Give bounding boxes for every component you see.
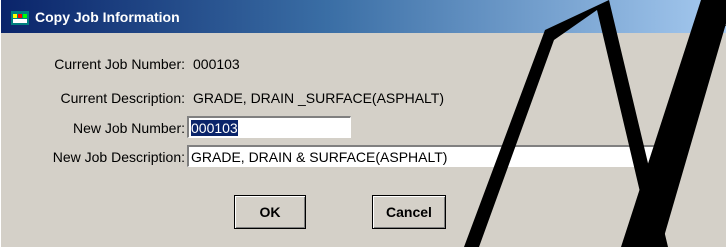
new-job-description-row: New Job Description: GRADE, DRAIN & SURF… [1,145,721,169]
new-job-number-input[interactable]: 000103 [187,116,351,138]
title-bar[interactable]: Copy Job Information × [1,0,726,33]
cancel-button-label: Cancel [386,204,432,220]
cancel-button[interactable]: Cancel [372,195,446,229]
new-job-number-selected-text: 000103 [191,120,238,136]
current-description-label: Current Description: [60,90,186,106]
new-job-description-input[interactable]: GRADE, DRAIN & SURFACE(ASPHALT) [187,145,677,167]
current-description-value: GRADE, DRAIN _SURFACE(ASPHALT) [193,90,445,106]
new-job-description-label: New Job Description: [52,149,185,165]
ok-button-label: OK [259,204,281,220]
window-title: Copy Job Information [35,8,180,25]
close-button[interactable]: × [711,6,726,26]
current-job-number-value: 000103 [193,56,240,72]
app-window-icon [9,6,31,28]
current-job-number-label: Current Job Number: [54,56,185,72]
ok-button[interactable]: OK [234,195,306,229]
current-job-number-row: Current Job Number: 000103 [1,56,701,76]
close-icon: × [716,7,726,23]
new-job-number-row: New Job Number: 000103 [1,116,701,140]
new-job-number-label: New Job Number: [72,120,185,136]
current-description-row: Current Description: GRADE, DRAIN _SURFA… [1,90,701,110]
copy-job-dialog: Copy Job Information × Current Job Numbe… [0,0,726,247]
